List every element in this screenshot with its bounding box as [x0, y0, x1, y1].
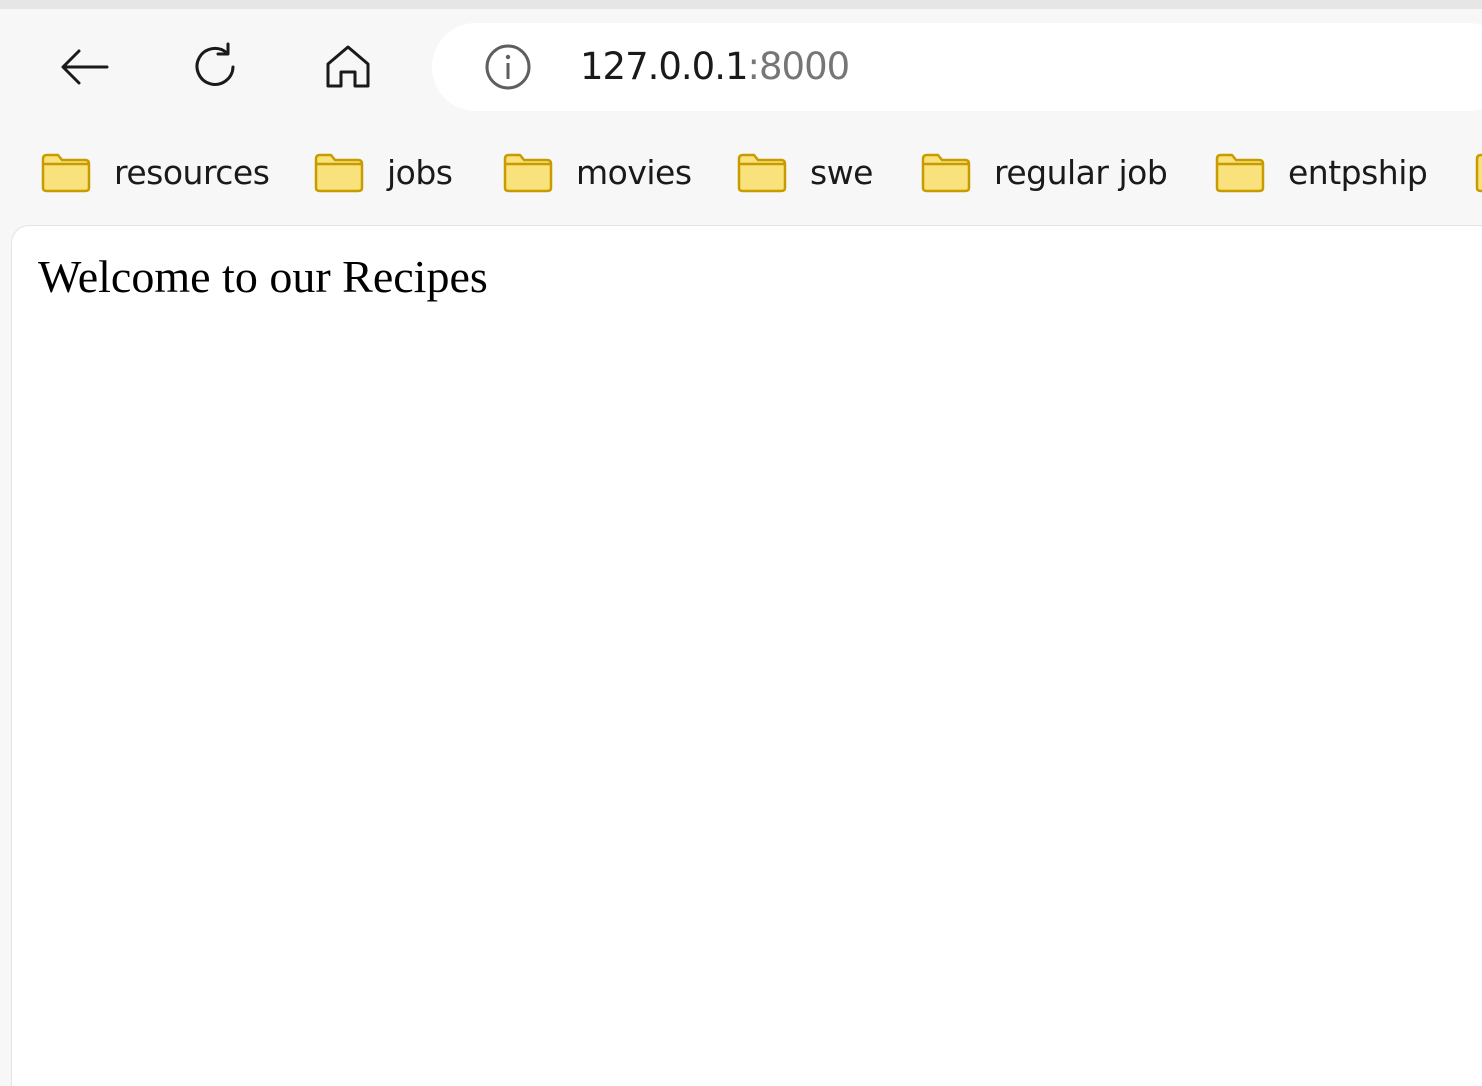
bookmark-jobs[interactable]: jobs — [313, 134, 453, 210]
folder-icon — [737, 153, 787, 193]
url-host: 127.0.0.1 — [580, 45, 749, 88]
home-icon — [326, 45, 370, 88]
bookmark-movies[interactable]: movies — [502, 134, 692, 210]
bookmark-label: movies — [576, 152, 692, 192]
reload-button[interactable] — [174, 25, 258, 109]
bookmark-resources[interactable]: resources — [40, 134, 270, 210]
folder-icon — [921, 153, 971, 193]
home-button[interactable] — [306, 25, 390, 109]
bookmark-swe[interactable]: swe — [736, 134, 874, 210]
url-text[interactable]: 127.0.0.1:8000 — [580, 41, 851, 93]
folder-icon — [314, 153, 364, 193]
bookmark-label: jobs — [387, 152, 453, 192]
bookmark-overflow[interactable] — [1474, 134, 1482, 210]
bookmarks-bar: resources jobs movies swe regular job en… — [0, 134, 1482, 210]
browser-toolbar: 127.0.0.1:8000 — [0, 9, 1482, 125]
folder-icon — [1475, 153, 1482, 193]
page-heading: Welcome to our Recipes — [38, 251, 488, 302]
back-button[interactable] — [42, 25, 126, 109]
arrow-left-icon — [61, 49, 109, 85]
bookmark-label: regular job — [994, 152, 1168, 192]
bookmark-label: resources — [114, 152, 270, 192]
bookmark-label: swe — [810, 152, 874, 192]
page-content: Welcome to our Recipes — [11, 225, 1482, 1086]
folder-icon — [1215, 153, 1265, 193]
bookmark-label: entpship — [1288, 152, 1428, 192]
folder-icon — [41, 153, 91, 193]
info-icon[interactable] — [484, 43, 532, 91]
window-top-edge — [0, 0, 1482, 9]
bookmark-regular-job[interactable]: regular job — [920, 134, 1168, 210]
folder-icon — [503, 153, 553, 193]
address-bar[interactable]: 127.0.0.1:8000 — [432, 23, 1482, 111]
url-port: :8000 — [747, 45, 851, 88]
reload-icon — [195, 42, 235, 86]
bookmark-entpship[interactable]: entpship — [1214, 134, 1428, 210]
